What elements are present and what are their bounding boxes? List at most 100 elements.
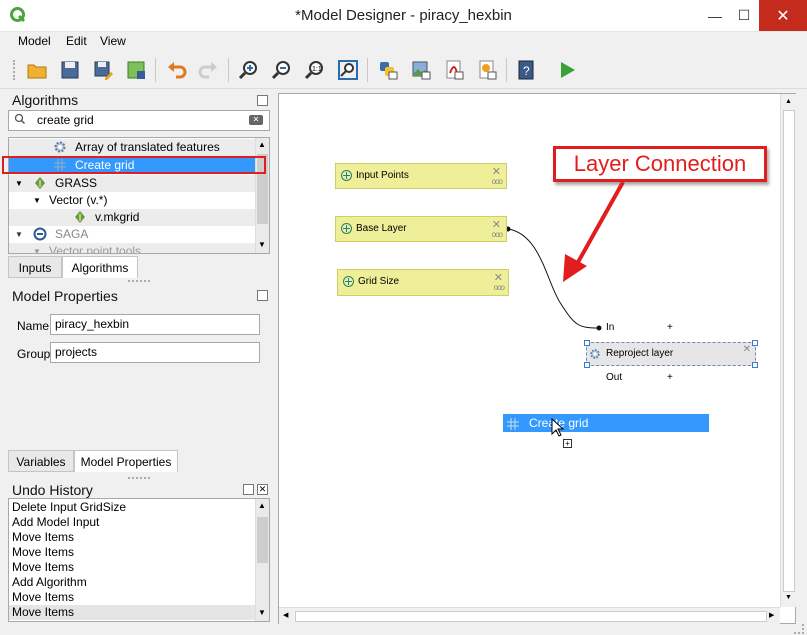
export-python-icon[interactable] [376,58,400,82]
export-pdf-icon[interactable] [442,58,466,82]
canvas-hscrollbar[interactable]: ◀ ▶ [279,607,780,624]
splitter-handle[interactable] [128,477,150,479]
expand-arrow-icon[interactable]: ▼ [15,175,23,192]
list-item[interactable]: Move Items [9,560,257,575]
clear-search-icon[interactable]: ✕ [249,115,263,125]
zoom-full-icon[interactable] [336,58,360,82]
edit-node-icon[interactable]: ooo [492,177,503,186]
algorithm-node-reproject[interactable]: Reproject layer ✕ [584,340,758,368]
list-item[interactable]: Move Items [9,605,257,620]
input-port-label: In [606,322,615,333]
add-input-port-icon[interactable]: + [667,322,673,333]
save-to-project-icon[interactable] [124,58,148,82]
splitter-handle[interactable] [128,280,150,282]
list-item[interactable]: ▼ Vector (v.*) [9,192,256,209]
algorithm-tree[interactable]: Array of translated features Create grid… [8,137,270,254]
scroll-thumb[interactable] [783,110,795,592]
list-item[interactable]: Move Items [9,530,257,545]
resize-handle[interactable] [584,362,590,368]
menu-view[interactable]: View [100,34,126,48]
list-item[interactable]: ▼ Vector point tools [9,243,256,253]
undo-icon[interactable] [164,58,188,82]
window-title: *Model Designer - piracy_hexbin [295,7,512,24]
tab-model-properties[interactable]: Model Properties [74,450,178,472]
input-node-input-points[interactable]: Input Points ✕ ooo [335,163,507,189]
redo-icon[interactable] [197,58,221,82]
zoom-in-icon[interactable] [237,58,261,82]
grass-icon [73,210,87,224]
expand-arrow-icon[interactable]: ▼ [33,192,41,209]
dragged-algorithm[interactable]: Create grid [503,414,709,432]
group-label: Vector (v.*) [49,193,108,207]
edit-help-icon[interactable]: ? [514,58,538,82]
tab-inputs[interactable]: Inputs [8,256,62,278]
expand-arrow-icon[interactable]: ▼ [33,243,41,253]
tab-variables[interactable]: Variables [8,450,74,472]
export-svg-icon[interactable] [475,58,499,82]
edit-node-icon[interactable]: ooo [492,230,503,239]
resize-handle[interactable] [752,362,758,368]
drop-plus-icon: + [563,439,572,448]
algorithm-search-field[interactable]: create grid ✕ [8,110,270,131]
expand-arrow-icon[interactable]: ▼ [15,226,23,243]
scroll-down-icon[interactable]: ▼ [258,608,266,617]
scroll-up-icon[interactable]: ▲ [785,98,792,105]
edit-node-icon[interactable]: ooo [494,283,505,292]
open-model-icon[interactable] [25,58,49,82]
close-button[interactable]: ✕ [759,0,807,31]
undo-scrollbar[interactable]: ▲ ▼ [255,499,269,621]
minimize-button[interactable]: — [700,0,730,31]
list-item[interactable]: Add Model Input [9,515,257,530]
save-model-icon[interactable] [58,58,82,82]
scroll-down-icon[interactable]: ▼ [785,594,792,601]
input-node-base-layer[interactable]: Base Layer ✕ ooo [335,216,507,242]
zoom-out-icon[interactable] [270,58,294,82]
close-panel-icon[interactable]: ✕ [257,484,268,495]
add-output-port-icon[interactable]: + [667,372,673,383]
scroll-up-icon[interactable]: ▲ [258,501,266,510]
export-image-icon[interactable] [409,58,433,82]
scroll-thumb[interactable] [295,611,767,622]
node-label: Base Layer [356,223,407,234]
menu-model[interactable]: Model [18,34,51,48]
search-input[interactable]: create grid [37,113,94,127]
undo-history-title: Undo History [12,482,93,498]
input-node-grid-size[interactable]: Grid Size ✕ ooo [337,269,509,296]
group-field[interactable]: projects [50,342,260,363]
list-item[interactable]: Move Items [9,545,257,560]
scroll-up-icon[interactable]: ▲ [258,140,266,149]
save-as-icon[interactable] [91,58,115,82]
float-panel-icon[interactable] [243,484,254,495]
run-model-icon[interactable] [555,58,579,82]
list-item[interactable]: ▼ SAGA [9,226,256,243]
resize-handle[interactable] [584,340,590,346]
canvas-vscrollbar[interactable]: ▲ ▼ [780,94,796,607]
scroll-thumb[interactable] [257,517,268,563]
list-item[interactable]: v.mkgrid [9,209,256,226]
highlight-box [2,156,266,174]
list-item[interactable]: Delete Input GridSize [9,500,257,515]
toolbar-separator [155,58,156,82]
zoom-actual-icon[interactable]: 1:1 [303,58,327,82]
tab-algorithms[interactable]: Algorithms [62,256,138,278]
maximize-button[interactable]: ☐ [730,0,758,31]
resize-handle[interactable] [752,340,758,346]
resize-grip[interactable] [794,624,804,634]
remove-node-icon[interactable]: ✕ [743,344,751,355]
menu-edit[interactable]: Edit [66,34,87,48]
list-item[interactable]: Move Items [9,590,257,605]
list-item[interactable]: Array of translated features [9,139,256,156]
algorithms-panel-title: Algorithms [12,92,79,108]
name-field[interactable]: piracy_hexbin [50,314,260,335]
float-panel-icon[interactable] [257,290,268,301]
undo-history-list[interactable]: Delete Input GridSize Add Model Input Mo… [8,498,270,622]
node-label: Reproject layer [606,348,674,359]
list-item[interactable]: ▼ GRASS [9,175,256,192]
scroll-down-icon[interactable]: ▼ [258,240,266,249]
scroll-left-icon[interactable]: ◀ [283,611,288,619]
svg-text:1:1: 1:1 [312,66,322,73]
toolbar-separator [228,58,229,82]
float-panel-icon[interactable] [257,95,268,106]
scroll-right-icon[interactable]: ▶ [769,611,774,619]
list-item[interactable]: Add Algorithm [9,575,257,590]
